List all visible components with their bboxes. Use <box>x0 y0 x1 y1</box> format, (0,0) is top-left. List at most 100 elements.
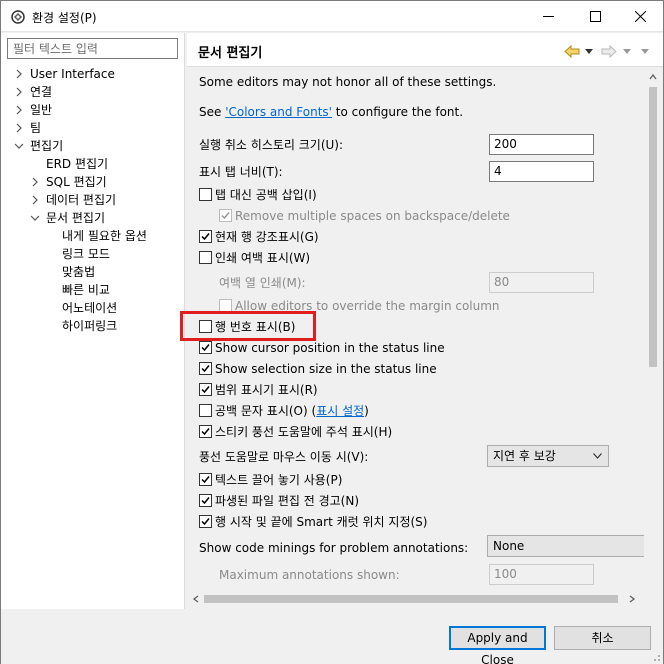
scroll-up-icon[interactable] <box>649 73 657 81</box>
checkbox-box[interactable] <box>199 494 212 507</box>
checkbox-box[interactable] <box>219 299 232 312</box>
filter-input[interactable] <box>7 38 178 59</box>
max-annotations-input[interactable]: 100 <box>489 564 594 585</box>
undo-history-label: 실행 취소 히스토리 크기(U): <box>199 138 344 152</box>
dialog-footer: Apply and Close 취소 <box>1 609 663 664</box>
page-header: 문서 편집기 <box>187 33 663 67</box>
settings-content: Some editors may not honor all of these … <box>187 68 645 592</box>
tree-item-linked-mode[interactable]: 링크 모드 <box>62 245 110 263</box>
chevron-down-icon <box>593 453 602 459</box>
scroll-right-icon[interactable] <box>628 595 636 603</box>
chevron-right-icon[interactable] <box>14 123 24 133</box>
tree-item-spelling[interactable]: 맞춤법 <box>62 263 95 281</box>
chevron-down-icon <box>623 48 631 54</box>
chevron-right-icon[interactable] <box>14 69 24 79</box>
app-icon <box>11 10 25 24</box>
minimize-button[interactable] <box>525 1 571 32</box>
minimize-icon <box>542 16 554 17</box>
print-margin-column-label: 여백 열 인쇄(M): <box>219 276 306 290</box>
resize-grip-icon[interactable] <box>651 652 661 662</box>
tree-item-user-interface[interactable]: User Interface <box>14 65 115 83</box>
colors-and-fonts-link[interactable]: 'Colors and Fonts' <box>225 105 332 119</box>
checkmark-icon <box>201 476 210 484</box>
back-button[interactable] <box>564 44 580 58</box>
tree-item-hyperlinking[interactable]: 하이퍼링크 <box>62 317 117 335</box>
tree-item-team[interactable]: 팀 <box>14 119 41 137</box>
forward-button[interactable] <box>601 44 617 58</box>
checkbox-box[interactable] <box>199 341 212 354</box>
tree-item-accessibility[interactable]: 내게 필요한 옵션 <box>62 227 147 245</box>
checkmark-icon <box>201 386 210 394</box>
hover-behavior-select[interactable]: 지연 후 보강 <box>487 445 609 467</box>
checkmark-icon <box>201 518 210 526</box>
tab-width-input[interactable]: 4 <box>489 161 594 182</box>
checkbox-box[interactable] <box>199 251 212 264</box>
whitespace-settings-link[interactable]: 표시 설정 <box>316 404 364 418</box>
vertical-scrollbar[interactable] <box>644 68 661 592</box>
checkmark-icon <box>201 428 210 436</box>
checkbox-box[interactable] <box>219 209 232 222</box>
checkmark-icon <box>221 212 230 220</box>
preferences-window: 환경 설정(P) User Interface 연결 일반 <box>0 0 664 664</box>
back-arrow-icon <box>564 44 580 58</box>
title-bar: 환경 설정(P) <box>1 1 663 32</box>
code-minings-select[interactable]: None <box>487 535 645 557</box>
checkmark-icon <box>201 497 210 505</box>
checkbox-box[interactable] <box>199 188 212 201</box>
hover-behavior-label: 풍선 도움말로 마우스 이동 시(V): <box>199 450 369 464</box>
cancel-button[interactable]: 취소 <box>554 626 651 650</box>
checkmark-icon <box>201 344 210 352</box>
chevron-right-icon[interactable] <box>14 87 24 97</box>
tree-item-general[interactable]: 일반 <box>14 101 52 119</box>
tree-item-erd-editor[interactable]: ERD 편집기 <box>46 155 108 173</box>
tree-item-label-selected: 문서 편집기 <box>46 211 106 225</box>
print-margin-column-input[interactable]: 80 <box>489 272 594 293</box>
max-annotations-label: Maximum annotations shown: <box>219 568 400 582</box>
chevron-right-icon[interactable] <box>30 195 40 205</box>
tree-item-quick-diff[interactable]: 빠른 비교 <box>62 281 110 299</box>
checkbox-box[interactable] <box>199 473 212 486</box>
checkbox-box[interactable] <box>199 362 212 375</box>
chevron-down-icon[interactable] <box>30 213 40 223</box>
tree-item-annotations[interactable]: 어노테이션 <box>62 299 117 317</box>
code-minings-label: Show code minings for problem annotation… <box>199 541 469 555</box>
horizontal-scrollbar[interactable] <box>187 590 645 607</box>
preferences-nav-panel: User Interface 연결 일반 팀 편집기 ERD 편집기 <box>1 33 185 609</box>
preference-page: 문서 편집기 Some editors may not honor all of… <box>187 33 663 609</box>
tree-item-sql-editor[interactable]: SQL 편집기 <box>30 173 107 191</box>
tree-item-data-editor[interactable]: 데이터 편집기 <box>30 191 116 209</box>
tab-width-label: 표시 탭 너비(T): <box>199 165 283 179</box>
checkbox-box[interactable] <box>199 515 212 528</box>
forward-arrow-icon <box>601 44 617 58</box>
chevron-down-icon <box>585 48 593 54</box>
font-hint: See 'Colors and Fonts' to configure the … <box>199 105 464 119</box>
checkbox-box[interactable] <box>199 383 212 396</box>
close-button[interactable] <box>617 1 663 32</box>
chevron-right-icon[interactable] <box>30 177 40 187</box>
checkbox-box[interactable] <box>199 425 212 438</box>
undo-history-input[interactable]: 200 <box>489 134 594 155</box>
forward-menu-button[interactable] <box>623 44 631 58</box>
checkbox-box[interactable] <box>199 404 212 417</box>
maximize-button[interactable] <box>572 1 618 32</box>
tree-item-connection[interactable]: 연결 <box>14 83 52 101</box>
back-menu-button[interactable] <box>585 44 593 58</box>
chevron-down-icon <box>641 48 649 54</box>
checkbox-box[interactable] <box>199 230 212 243</box>
compat-note: Some editors may not honor all of these … <box>199 75 497 89</box>
tree-item-text-editor[interactable]: 문서 편집기 <box>30 209 114 227</box>
window-title: 환경 설정(P) <box>32 11 97 25</box>
close-icon <box>634 11 646 22</box>
tree-item-editors[interactable]: 편집기 <box>14 137 63 155</box>
chevron-right-icon[interactable] <box>14 105 24 115</box>
vertical-scroll-thumb[interactable] <box>649 87 657 367</box>
chevron-down-icon[interactable] <box>14 141 24 151</box>
horizontal-scroll-thumb[interactable] <box>204 595 618 603</box>
checkmark-icon <box>201 365 210 373</box>
scroll-left-icon[interactable] <box>192 595 200 603</box>
checkbox-box[interactable] <box>199 320 212 333</box>
view-menu-button[interactable] <box>641 44 649 58</box>
apply-and-close-button[interactable]: Apply and Close <box>449 626 546 664</box>
checkmark-icon <box>201 233 210 241</box>
page-title: 문서 편집기 <box>198 46 263 61</box>
